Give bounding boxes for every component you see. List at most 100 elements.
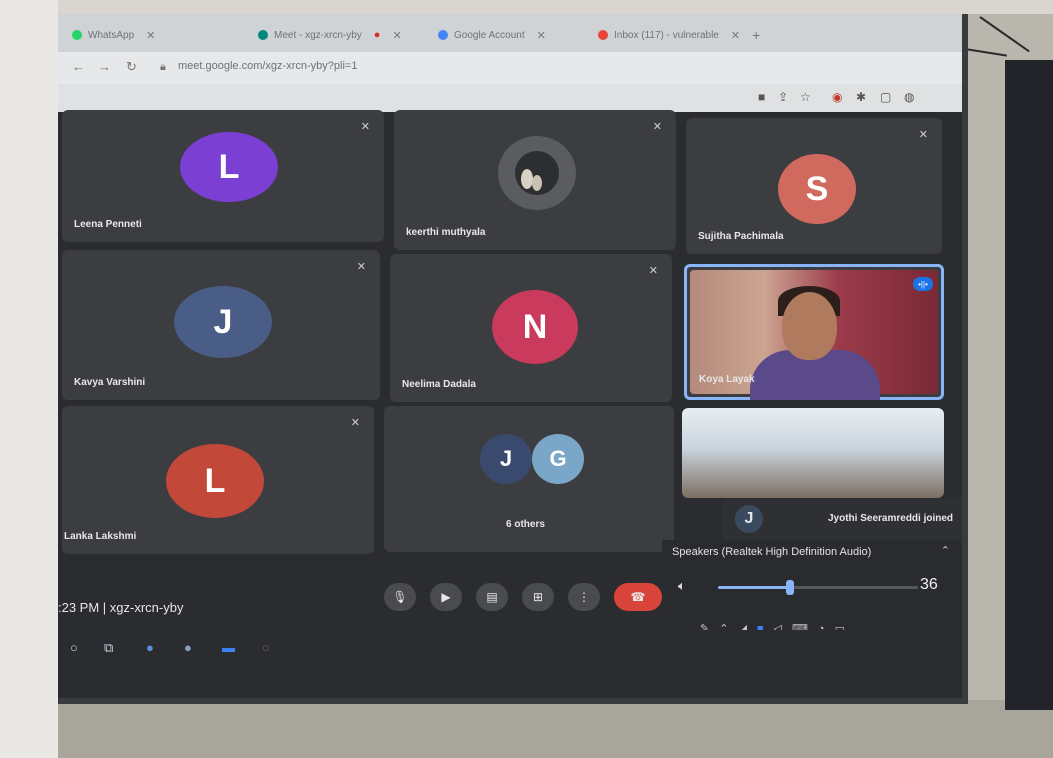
participant-name: keerthi muthyala [406, 227, 486, 238]
volume-slider-thumb[interactable] [786, 580, 794, 595]
whatsapp-icon [72, 30, 82, 40]
lock-icon: 🔒︎ [160, 61, 166, 73]
participant-tile-kavya[interactable]: J ✕ Kavya Varshini [62, 250, 380, 400]
back-icon[interactable]: ← [72, 59, 85, 74]
puzzle-icon[interactable]: ✱ [856, 90, 866, 104]
avatar: L [180, 132, 278, 202]
close-tab-icon[interactable]: ✕ [146, 29, 155, 42]
avatar: N [492, 290, 578, 364]
mic-button[interactable]: 🎙︎ [384, 583, 416, 611]
leave-call-button[interactable]: ☎ [614, 583, 662, 611]
browser-tab-bar: WhatsApp ✕ Meet - xgz-xrcn-yby ● ✕ Googl… [58, 14, 962, 52]
present-icon: ⊞ [532, 590, 544, 604]
mic-off-icon: ✕ [918, 129, 928, 141]
audio-device-label[interactable]: Speakers (Realtek High Definition Audio) [672, 546, 871, 558]
participant-tile-lanka[interactable]: L ✕ Lanka Lakshmi [62, 406, 374, 554]
task-view-icon[interactable]: ⧉ [104, 640, 113, 656]
participant-name: Lanka Lakshmi [64, 531, 137, 542]
gmail-icon [598, 30, 608, 40]
camera-icon: ▶ [441, 590, 451, 604]
avatar: J [480, 434, 532, 484]
tab-label: Meet - xgz-xrcn-yby [274, 29, 362, 41]
camera-indicator-icon[interactable]: ■ [758, 90, 765, 104]
tab-label: Google Account [454, 29, 525, 41]
video-person-face [782, 292, 837, 360]
mic-off-icon: ✕ [648, 265, 658, 277]
sidebar-icon[interactable]: ▢ [880, 90, 891, 104]
speaker-icon[interactable]: 🔈︎ [678, 578, 686, 594]
address-bar: ← → ↻ 🔒︎ meet.google.com/xgz-xrcn-yby?pl… [58, 52, 962, 84]
volume-slider-fill [718, 586, 790, 589]
camera-button[interactable]: ▶ [430, 583, 462, 611]
url-text[interactable]: meet.google.com/xgz-xrcn-yby?pli=1 [178, 60, 357, 72]
self-view-tile[interactable] [682, 408, 944, 498]
participant-tile-sujitha[interactable]: S ✕ Sujitha Pachimala [686, 118, 942, 254]
meet-icon [258, 30, 268, 40]
tab-gmail[interactable]: Inbox (117) - vulnerable ✕ + [598, 22, 760, 48]
tab-whatsapp[interactable]: WhatsApp ✕ [72, 22, 155, 48]
extension-icon[interactable]: ◉ [832, 90, 842, 104]
chrome-icon[interactable]: ● [184, 640, 192, 655]
mic-off-icon: ✕ [356, 261, 366, 273]
captions-button[interactable]: ▤ [476, 583, 508, 611]
participant-name: Kavya Varshini [74, 377, 146, 388]
avatar: S [778, 154, 856, 224]
participant-name: Koya Layak [699, 374, 755, 385]
mic-off-icon: ✕ [652, 121, 662, 133]
wall-left [0, 0, 58, 758]
projected-screen: WhatsApp ✕ Meet - xgz-xrcn-yby ● ✕ Googl… [58, 14, 968, 704]
share-icon[interactable]: ⇪ [778, 90, 788, 104]
tab-label: Inbox (117) - vulnerable [614, 29, 719, 41]
wall-bottom [58, 700, 1053, 758]
chevron-up-icon[interactable]: ⌃ [941, 544, 950, 557]
participant-name: Neelima Dadala [402, 379, 476, 390]
search-circle-icon[interactable]: ○ [70, 640, 78, 655]
mail-icon[interactable]: ▬ [222, 640, 235, 655]
meet-controls-bar: :23 PM | xgz-xrcn-yby 🎙︎ ▶ ▤ ⊞ ⋮ ☎ [58, 570, 662, 630]
recording-dot-icon: ● [373, 29, 381, 41]
windows-taskbar: ○ ⧉ ● ● ▬ ○ [58, 630, 962, 690]
mic-off-icon: ✕ [360, 121, 370, 133]
participant-tile-others[interactable]: J G 6 others [384, 406, 674, 552]
toolbar-icons: ■ ⇪ ☆ ◉ ✱ ▢ ◍ [58, 84, 962, 112]
participant-tile-neelima[interactable]: N ✕ Neelima Dadala [390, 254, 672, 402]
mic-icon: 🎙︎ [392, 590, 408, 604]
avatar [498, 136, 576, 210]
edge-icon[interactable]: ● [146, 640, 154, 655]
profile-avatar-icon[interactable]: ◍ [904, 90, 914, 104]
close-tab-icon[interactable]: ✕ [537, 29, 546, 42]
avatar: G [532, 434, 584, 484]
volume-level: 36 [920, 576, 938, 593]
participant-tile-koya[interactable]: •||• Koya Layak [684, 264, 944, 400]
close-tab-icon[interactable]: ✕ [392, 29, 401, 42]
curtain [1005, 60, 1053, 710]
join-notification: J Jyothi Seeramreddi joined [723, 499, 962, 541]
new-tab-icon[interactable]: + [752, 27, 760, 43]
reload-icon[interactable]: ↻ [126, 59, 137, 75]
close-tab-icon[interactable]: ✕ [731, 29, 740, 42]
phone-hangup-icon: ☎ [630, 590, 646, 604]
captions-icon: ▤ [486, 590, 498, 604]
join-notification-text: Jyothi Seeramreddi joined [828, 513, 954, 524]
room-video [682, 408, 944, 498]
app-icon[interactable]: ○ [262, 640, 270, 655]
tab-google-account[interactable]: Google Account ✕ [438, 22, 546, 48]
present-button[interactable]: ⊞ [522, 583, 554, 611]
cable [979, 16, 1030, 53]
participant-tile-keerthi[interactable]: ✕ keerthi muthyala [394, 110, 676, 250]
forward-icon[interactable]: → [98, 59, 111, 74]
meeting-time-and-code: :23 PM | xgz-xrcn-yby [58, 600, 184, 615]
participant-name: 6 others [506, 519, 545, 530]
tab-meet[interactable]: Meet - xgz-xrcn-yby ● ✕ [258, 22, 402, 48]
avatar: J [174, 286, 272, 358]
volume-slider[interactable] [718, 580, 918, 595]
participant-name: Sujitha Pachimala [698, 231, 784, 242]
more-vert-icon: ⋮ [578, 590, 590, 604]
more-options-button[interactable]: ⋮ [568, 583, 600, 611]
star-icon[interactable]: ☆ [800, 90, 811, 104]
flower-photo-icon [515, 151, 559, 195]
participant-name: Leena Penneti [74, 219, 142, 230]
avatar: L [166, 444, 264, 518]
participant-tile-leena[interactable]: L ✕ Leena Penneti [62, 110, 384, 242]
tab-label: WhatsApp [88, 29, 135, 41]
